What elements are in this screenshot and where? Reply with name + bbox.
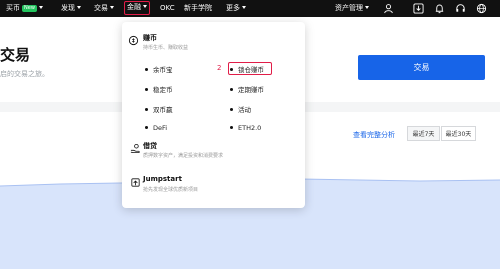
chevron-down-icon (242, 6, 246, 9)
step-marker: 2 (217, 64, 222, 72)
nav-discover-label: 发现 (61, 4, 75, 12)
globe-icon[interactable] (476, 3, 487, 14)
jumpstart-title[interactable]: Jumpstart (143, 175, 182, 183)
menu-item-label: 活动 (238, 106, 251, 114)
menu-item-stablecoin[interactable]: 稳定币 (145, 84, 173, 94)
coin-icon (128, 35, 139, 46)
highlight-box (228, 62, 272, 75)
jumpstart-desc: 抢先发现全球优质新项目 (143, 187, 199, 193)
nav-academy[interactable]: 新手学院 (184, 0, 212, 17)
loan-desc: 质押数字资产，满足投资和消费要求 (143, 153, 224, 159)
headset-icon[interactable] (455, 3, 466, 14)
menu-item-label: ETH2.0 (238, 124, 262, 132)
range-30d-button[interactable]: 最近30天 (441, 126, 476, 141)
menu-item-label: 稳定币 (153, 86, 173, 94)
chevron-down-icon (365, 6, 369, 9)
chevron-down-icon (110, 6, 114, 9)
menu-item-label: 双币赢 (153, 106, 173, 114)
nav-asset-mgmt[interactable]: 资产管理 (335, 0, 369, 17)
menu-item-defi[interactable]: DeFi (145, 124, 167, 132)
nav-okc-label: OKC (160, 4, 175, 12)
full-analysis-link[interactable]: 查看完整分析 (353, 130, 395, 140)
nav-trade[interactable]: 交易 (94, 0, 114, 17)
nav-buy[interactable]: 买币 New (6, 0, 43, 17)
loan-title[interactable]: 借贷 (143, 141, 157, 151)
download-icon[interactable] (413, 3, 424, 14)
hand-coin-icon (130, 143, 140, 154)
nav-finance-label: 金融 (127, 3, 141, 11)
user-icon[interactable] (383, 3, 394, 14)
range-7d-button[interactable]: 最近7天 (407, 126, 440, 141)
chevron-down-icon (77, 6, 81, 9)
chevron-down-icon (143, 5, 147, 8)
menu-item-label: 余币宝 (153, 66, 173, 74)
menu-item-eth2[interactable]: ETH2.0 (230, 124, 261, 132)
trade-button[interactable]: 交易 (358, 55, 485, 80)
chevron-down-icon (38, 6, 43, 9)
menu-item-savings[interactable]: 余币宝 (145, 64, 173, 74)
menu-item-label: DeFi (153, 124, 168, 132)
menu-item-label: 定期赚币 (238, 86, 264, 94)
menu-item-dual-investment[interactable]: 双币赢 (145, 104, 173, 114)
nav-more[interactable]: 更多 (226, 0, 246, 17)
menu-item-activity[interactable]: 活动 (230, 104, 251, 114)
new-badge: New (22, 5, 37, 12)
nav-academy-label: 新手学院 (184, 4, 212, 12)
nav-trade-label: 交易 (94, 4, 108, 12)
hero-subtitle: 启的交易之旅。 (0, 70, 49, 78)
top-nav: 买币 New 发现 交易 金融 OKC 新手学院 更多 资产管理 (0, 0, 500, 17)
bell-icon[interactable] (434, 3, 445, 14)
nav-buy-label: 买币 (6, 4, 20, 12)
nav-finance[interactable]: 金融 (124, 1, 150, 15)
menu-item-fixed-term[interactable]: 定期赚币 (230, 84, 264, 94)
earn-desc: 持币生币、赚取收益 (143, 45, 189, 51)
nav-okc[interactable]: OKC (160, 0, 175, 17)
jumpstart-icon (131, 178, 140, 187)
earn-title[interactable]: 赚币 (143, 33, 157, 43)
nav-more-label: 更多 (226, 4, 240, 12)
hero-title: 交易 (0, 46, 31, 64)
nav-asset-mgmt-label: 资产管理 (335, 4, 363, 12)
nav-discover[interactable]: 发现 (61, 0, 81, 17)
